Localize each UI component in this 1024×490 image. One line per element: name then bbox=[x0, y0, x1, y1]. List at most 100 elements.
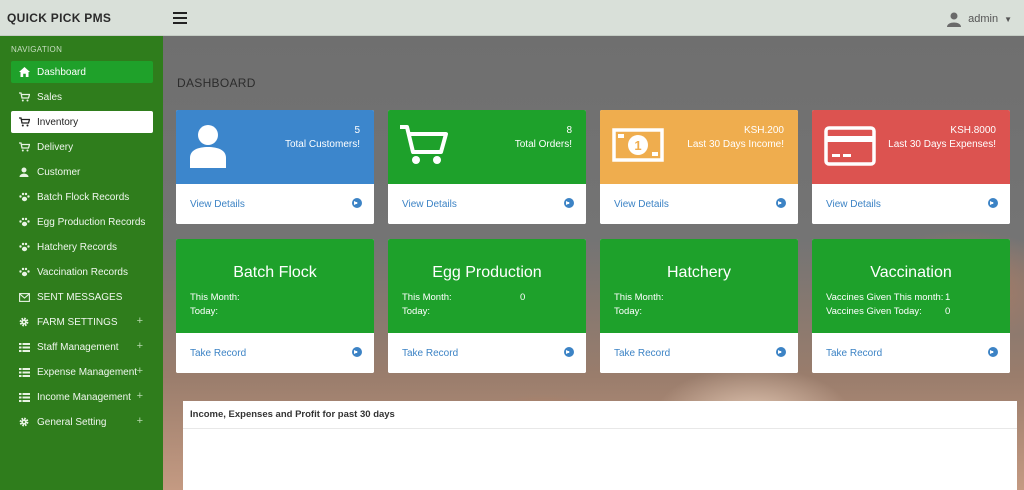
view-details-link[interactable]: View Details bbox=[614, 199, 669, 210]
sidebar: NAVIGATION Dashboard Sales Inventory Del… bbox=[0, 36, 163, 490]
sidebar-item-label: Vaccination Records bbox=[37, 266, 128, 278]
sidebar-item-hatchery-records[interactable]: Hatchery Records bbox=[11, 236, 153, 258]
view-details-link[interactable]: View Details bbox=[190, 199, 245, 210]
sidebar-item-egg-production-records[interactable]: Egg Production Records bbox=[11, 211, 153, 233]
paw-icon bbox=[18, 266, 30, 278]
envelope-icon bbox=[18, 291, 30, 303]
user-silhouette-icon bbox=[188, 124, 228, 171]
stat-card-header: 1 KSH.200 Last 30 Days Income! bbox=[600, 110, 798, 184]
sidebar-item-label: Dashboard bbox=[37, 66, 86, 78]
app-brand[interactable]: QUICK PICK PMS bbox=[7, 11, 111, 25]
stat-card-orders: 8 Total Orders! View Details bbox=[388, 110, 586, 224]
sidebar-item-label: Staff Management bbox=[37, 341, 119, 353]
cart-icon bbox=[18, 141, 30, 153]
expand-icon[interactable]: + bbox=[137, 315, 143, 327]
arrow-right-circle-icon[interactable] bbox=[988, 198, 998, 208]
stat-card-footer: View Details bbox=[176, 184, 374, 224]
record-card-footer: Take Record bbox=[600, 333, 798, 373]
take-record-link[interactable]: Take Record bbox=[190, 348, 246, 359]
sidebar-item-label: Sales bbox=[37, 91, 63, 103]
sidebar-item-label: Customer bbox=[37, 166, 81, 178]
stat-value: KSH.200 bbox=[743, 125, 784, 136]
record-card-hatchery: Hatchery This Month: Today: Take Record bbox=[600, 239, 798, 373]
main-content: DASHBOARD 5 Total Customers! View Detail… bbox=[163, 36, 1024, 490]
home-icon bbox=[18, 66, 30, 78]
chevron-down-icon: ▼ bbox=[1004, 14, 1012, 24]
take-record-link[interactable]: Take Record bbox=[402, 348, 458, 359]
record-card-header: Hatchery This Month: Today: bbox=[600, 239, 798, 333]
banknote-icon: 1 bbox=[612, 128, 664, 165]
sidebar-item-income-management[interactable]: Income Management + bbox=[11, 386, 153, 408]
expand-icon[interactable]: + bbox=[137, 340, 143, 352]
sidebar-item-delivery[interactable]: Delivery bbox=[11, 136, 153, 158]
record-card-header: Vaccination Vaccines Given This month: V… bbox=[812, 239, 1010, 333]
stat-card-expenses: KSH.8000 Last 30 Days Expenses! View Det… bbox=[812, 110, 1010, 224]
sidebar-item-farm-settings[interactable]: FARM SETTINGS + bbox=[11, 311, 153, 333]
sidebar-item-staff-management[interactable]: Staff Management + bbox=[11, 336, 153, 358]
record-row-month: This Month: bbox=[402, 292, 452, 303]
user-name: admin bbox=[968, 13, 999, 25]
stat-card-footer: View Details bbox=[600, 184, 798, 224]
gear-icon bbox=[18, 316, 30, 328]
sidebar-item-sales[interactable]: Sales bbox=[11, 86, 153, 108]
expand-icon[interactable]: + bbox=[137, 390, 143, 402]
view-details-link[interactable]: View Details bbox=[402, 199, 457, 210]
sidebar-item-label: Egg Production Records bbox=[37, 216, 146, 228]
sidebar-item-inventory[interactable]: Inventory bbox=[11, 111, 153, 133]
stat-label: Last 30 Days Expenses! bbox=[888, 139, 996, 150]
take-record-link[interactable]: Take Record bbox=[614, 348, 670, 359]
record-card-title: Batch Flock bbox=[233, 264, 317, 281]
record-card-title: Egg Production bbox=[432, 264, 542, 281]
sidebar-item-general-setting[interactable]: General Setting + bbox=[11, 411, 153, 433]
sidebar-item-expense-management[interactable]: Expense Management + bbox=[11, 361, 153, 383]
cart-icon bbox=[18, 116, 30, 128]
record-card-header: Batch Flock This Month: Today: bbox=[176, 239, 374, 333]
stat-card-customers: 5 Total Customers! View Details bbox=[176, 110, 374, 224]
stat-value: KSH.8000 bbox=[950, 125, 996, 136]
record-row-month: This Month: bbox=[614, 292, 664, 303]
sidebar-item-label: SENT MESSAGES bbox=[37, 291, 123, 303]
top-bar: QUICK PICK PMS admin ▼ bbox=[0, 0, 1024, 36]
record-value-today: 0 bbox=[945, 306, 951, 317]
record-value-month: 1 bbox=[945, 292, 951, 303]
shopping-cart-icon bbox=[400, 124, 448, 169]
panel-title: Income, Expenses and Profit for past 30 … bbox=[183, 401, 1017, 429]
list-icon bbox=[18, 366, 30, 378]
expand-icon[interactable]: + bbox=[137, 415, 143, 427]
sidebar-item-label: FARM SETTINGS bbox=[37, 316, 118, 328]
sidebar-item-batch-flock-records[interactable]: Batch Flock Records bbox=[11, 186, 153, 208]
paw-icon bbox=[18, 216, 30, 228]
sidebar-item-vaccination-records[interactable]: Vaccination Records bbox=[11, 261, 153, 283]
stat-card-footer: View Details bbox=[388, 184, 586, 224]
record-card-header: Egg Production This Month: Today: 0 bbox=[388, 239, 586, 333]
sidebar-item-sent-messages[interactable]: SENT MESSAGES bbox=[11, 286, 153, 308]
take-record-link[interactable]: Take Record bbox=[826, 348, 882, 359]
arrow-right-circle-icon[interactable] bbox=[776, 347, 786, 357]
view-details-link[interactable]: View Details bbox=[826, 199, 881, 210]
list-icon bbox=[18, 391, 30, 403]
income-expense-panel: Income, Expenses and Profit for past 30 … bbox=[183, 401, 1017, 490]
list-icon bbox=[18, 341, 30, 353]
stat-value: 5 bbox=[354, 125, 360, 136]
arrow-right-circle-icon[interactable] bbox=[352, 347, 362, 357]
record-card-vaccination: Vaccination Vaccines Given This month: V… bbox=[812, 239, 1010, 373]
menu-toggle-icon[interactable] bbox=[173, 12, 187, 24]
user-menu[interactable]: admin ▼ bbox=[946, 10, 1012, 28]
avatar-icon bbox=[946, 11, 962, 27]
user-icon bbox=[18, 166, 30, 178]
stat-value: 8 bbox=[566, 125, 572, 136]
record-card-footer: Take Record bbox=[388, 333, 586, 373]
sidebar-item-customer[interactable]: Customer bbox=[11, 161, 153, 183]
paw-icon bbox=[18, 191, 30, 203]
sidebar-item-label: General Setting bbox=[37, 416, 107, 428]
expand-icon[interactable]: + bbox=[137, 365, 143, 377]
arrow-right-circle-icon[interactable] bbox=[988, 347, 998, 357]
nav-list: Dashboard Sales Inventory Delivery Custo… bbox=[11, 61, 153, 436]
cart-icon bbox=[18, 91, 30, 103]
record-row-month: This Month: bbox=[190, 292, 240, 303]
arrow-right-circle-icon[interactable] bbox=[776, 198, 786, 208]
arrow-right-circle-icon[interactable] bbox=[564, 347, 574, 357]
arrow-right-circle-icon[interactable] bbox=[564, 198, 574, 208]
arrow-right-circle-icon[interactable] bbox=[352, 198, 362, 208]
sidebar-item-dashboard[interactable]: Dashboard bbox=[11, 61, 153, 83]
